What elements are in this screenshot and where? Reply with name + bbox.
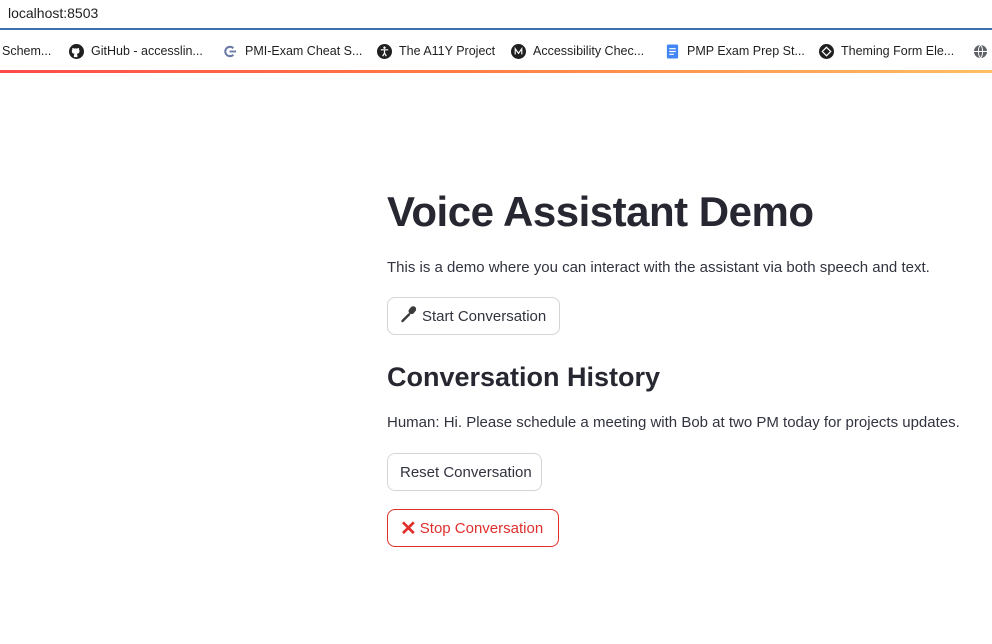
bookmark-label: Schem... (2, 44, 52, 58)
bookmark-pmi-exam[interactable]: PMI-Exam Cheat S... (223, 42, 362, 60)
medium-icon (511, 43, 526, 59)
google-docs-icon (665, 43, 680, 59)
app-header-decoration (0, 70, 992, 73)
address-bar[interactable]: localhost:8503 (0, 0, 992, 30)
bookmark-pmp-exam-prep[interactable]: PMP Exam Prep St... (665, 42, 805, 60)
start-conversation-button[interactable]: Start Conversation (387, 297, 560, 335)
history-message: Human: Hi. Please schedule a meeting wit… (387, 414, 960, 431)
reset-conversation-button[interactable]: Reset Conversation (387, 453, 542, 491)
accessibility-icon (377, 43, 392, 59)
bookmark-label: GitHub - accesslin... (91, 44, 203, 58)
page-title: Voice Assistant Demo (387, 188, 814, 235)
bookmark-a11y-project[interactable]: The A11Y Project (377, 42, 495, 60)
intro-text: This is a demo where you can interact wi… (387, 259, 930, 276)
github-icon (69, 43, 84, 59)
codepen-icon (819, 43, 834, 59)
link-icon (223, 44, 238, 59)
bookmark-github[interactable]: GitHub - accesslin... (69, 42, 203, 60)
reset-button-label: Reset Conversation (400, 463, 532, 481)
stop-button-label: Stop Conversation (419, 519, 544, 537)
cross-mark-icon: ✕ (400, 517, 417, 540)
microphone-icon (400, 305, 418, 327)
bookmark-theming-form[interactable]: Theming Form Ele... (819, 42, 954, 60)
bookmark-label: The A11Y Project (399, 44, 496, 58)
bookmark-label: PMI-Exam Cheat S... (245, 44, 363, 58)
bookmark-label: PMP Exam Prep St... (687, 44, 805, 58)
bookmark-globe[interactable] (973, 42, 992, 60)
conversation-history-heading: Conversation History (387, 362, 661, 392)
start-button-label: Start Conversation (422, 307, 547, 325)
globe-icon (973, 44, 988, 59)
bookmarks-bar: Schem... GitHub - accesslin... PMI-Exam … (0, 32, 992, 70)
bookmark-accessibility-checker[interactable]: Accessibility Chec... (511, 42, 644, 60)
stop-conversation-button[interactable]: ✕ Stop Conversation (387, 509, 559, 547)
url-text[interactable]: localhost:8503 (8, 5, 98, 21)
bookmark-schem[interactable]: Schem... (2, 42, 51, 60)
bookmark-label: Accessibility Chec... (533, 44, 645, 58)
bookmark-label: Theming Form Ele... (841, 44, 955, 58)
